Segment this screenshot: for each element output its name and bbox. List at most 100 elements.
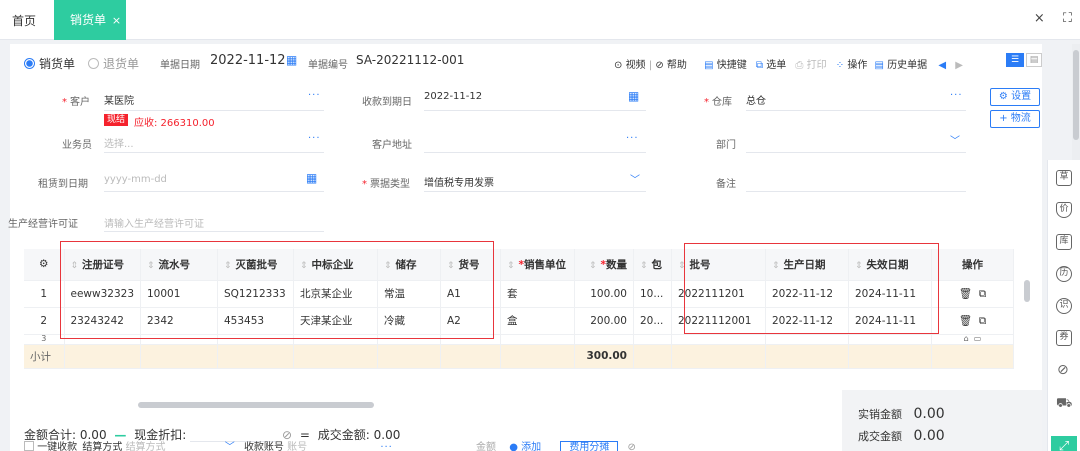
tab-home[interactable]: 首页 [12, 12, 36, 29]
right-rail: 草 价 库 历 识 券 ⊘ ⛟ ⤢ [1047, 160, 1080, 451]
status-badge: 现结 [104, 114, 129, 126]
summary-panel: 实销金额 0.00 成交金额 0.00 [842, 390, 1042, 451]
deal-amount-value: 0.00 [913, 428, 945, 444]
cell[interactable]: 20... [633, 307, 672, 335]
customer-value[interactable]: 某医院 [104, 92, 134, 107]
rent-date-label: 租赁到日期 [38, 179, 88, 190]
invoice-type-value[interactable]: 增值税专用发票 [424, 174, 494, 189]
salesman-label: 业务员 [62, 140, 92, 151]
question-icon[interactable]: ⊘ [628, 442, 636, 451]
license-label: 生产经营许可证 [8, 219, 78, 230]
address-picker-icon[interactable]: ··· [626, 133, 639, 144]
chevron-down-icon[interactable]: ﹀ [630, 171, 640, 186]
copy-icon[interactable]: ⧉ [979, 288, 987, 300]
tab-sales-order[interactable]: 销货单 × [54, 0, 126, 40]
video-button[interactable]: ⊙ 视频 [614, 60, 646, 71]
license-input[interactable]: 请输入生产经营许可证 [104, 215, 204, 230]
doc-type-return[interactable]: 退货单 [88, 55, 139, 72]
delete-icon[interactable]: 🗑 [959, 315, 972, 327]
customer-label: 客户 [62, 93, 90, 108]
doc-type-sale[interactable]: 销货单 [24, 55, 75, 72]
add-button[interactable]: ● 添加 [509, 442, 541, 451]
coupon-icon[interactable]: 券 [1056, 330, 1072, 346]
expand-icon[interactable]: ⤢ [1051, 436, 1077, 451]
radio-checked-icon [24, 58, 35, 69]
tab-label: 销货单 [70, 13, 107, 27]
help-button[interactable]: ⊘ 帮助 [655, 60, 687, 71]
checkbox[interactable] [24, 441, 34, 451]
fullscreen-icon[interactable]: ⛶ [1063, 11, 1072, 26]
account-input[interactable]: 账号 [287, 442, 307, 451]
cell[interactable]: 盒 [500, 307, 575, 335]
cell[interactable]: 200.00 [574, 307, 634, 335]
calendar-icon[interactable]: ▦ [306, 171, 317, 185]
doc-no-label: 单据编号 [308, 60, 348, 71]
page-scrollbar[interactable] [1072, 44, 1080, 160]
doc-date-label: 单据日期 [160, 60, 200, 71]
select-button[interactable]: ⧉ 选单 [756, 60, 786, 71]
due-date-label: 收款到期日 [362, 97, 412, 108]
col-header[interactable]: ⇕ 包 [633, 249, 672, 281]
subtotal-label: 小计 [24, 344, 65, 369]
card-view-icon[interactable]: ▤ [1026, 53, 1042, 67]
customer-picker-icon[interactable]: ··· [308, 90, 321, 101]
delete-icon[interactable]: 🗑 [959, 288, 972, 300]
chevron-down-icon[interactable]: ﹀ [225, 442, 235, 451]
highlight-box-right [684, 243, 939, 334]
row-actions: 🗑 ⧉ [931, 307, 1014, 335]
chevron-down-icon[interactable]: ﹀ [950, 132, 960, 147]
rent-date-input[interactable]: yyyy-mm-dd [104, 174, 167, 185]
shortcut-button[interactable]: ▤ 快捷键 [704, 60, 747, 71]
close-window-icon[interactable]: × [1034, 11, 1045, 26]
close-tab-icon[interactable]: × [112, 14, 121, 27]
logistics-button[interactable]: + 物流 [990, 110, 1040, 128]
prev-arrow-icon[interactable]: ◀ [938, 60, 946, 71]
warehouse-value[interactable]: 总仓 [746, 92, 766, 107]
cost-split-button[interactable]: 费用分摊 [560, 441, 619, 451]
calendar-icon[interactable]: ▦ [628, 89, 639, 103]
warehouse-label: 仓库 [704, 93, 732, 108]
table-vertical-scrollbar[interactable] [1024, 280, 1030, 302]
subtotal-qty: 300.00 [574, 344, 634, 369]
deal-amount-label: 成交金额 [858, 430, 902, 443]
list-view-icon[interactable]: ☰ [1006, 53, 1024, 67]
attachment-icon[interactable]: ⊘ [1057, 362, 1069, 378]
highlight-box-left [60, 241, 494, 339]
table-horizontal-scrollbar[interactable] [138, 402, 374, 408]
col-header: 操作 [931, 249, 1014, 281]
doc-date-value[interactable]: 2022-11-12 [210, 53, 286, 68]
salesman-picker-icon[interactable]: ··· [308, 133, 321, 144]
dept-label: 部门 [716, 140, 736, 151]
actual-amount-value: 0.00 [913, 406, 945, 422]
column-settings-icon[interactable]: ⚙ [24, 249, 65, 281]
price-icon[interactable]: 价 [1056, 202, 1072, 218]
cell[interactable]: 100.00 [574, 280, 634, 308]
due-date-value[interactable]: 2022-11-12 [424, 91, 482, 102]
stock-icon[interactable]: 库 [1056, 234, 1072, 250]
col-header[interactable]: ⇕ *销售单位 [500, 249, 575, 281]
warehouse-picker-icon[interactable]: ··· [950, 90, 963, 101]
history-button[interactable]: ▤ 历史单据 [875, 60, 928, 71]
col-header[interactable]: ⇕ *数量 [574, 249, 634, 281]
cell[interactable]: 套 [500, 280, 575, 308]
recognize-icon[interactable]: 识 [1056, 298, 1072, 314]
truck-icon[interactable]: ⛟ [1056, 396, 1072, 413]
settings-button[interactable]: ⚙ 设置 [990, 88, 1040, 106]
draft-icon[interactable]: 草 [1056, 170, 1072, 186]
settle-method-input[interactable]: 结算方式 [126, 442, 166, 451]
copy-icon[interactable]: ⧉ [979, 315, 987, 327]
cell[interactable]: 10... [633, 280, 672, 308]
actual-amount-label: 实销金额 [858, 408, 902, 421]
remark-label: 备注 [716, 179, 736, 190]
print-button[interactable]: ⎙ 打印 [795, 60, 826, 71]
salesman-input[interactable]: 选择... [104, 135, 134, 150]
operate-button[interactable]: ⁘ 操作 [836, 60, 868, 71]
radio-unchecked-icon [88, 58, 99, 69]
history-icon[interactable]: 历 [1056, 266, 1072, 282]
payment-row: 一键收款 结算方式 结算方式 ﹀ 收款账号 账号 ··· 金额 ● 添加 费用分… [24, 438, 636, 451]
subtotal-row: 小计 300.00 [24, 344, 1014, 369]
receivable-amount: 应收: 266310.00 [134, 118, 215, 129]
calendar-icon[interactable]: ▦ [286, 53, 297, 67]
invoice-type-label: 票据类型 [362, 175, 410, 190]
next-arrow-icon[interactable]: ▶ [955, 60, 963, 71]
